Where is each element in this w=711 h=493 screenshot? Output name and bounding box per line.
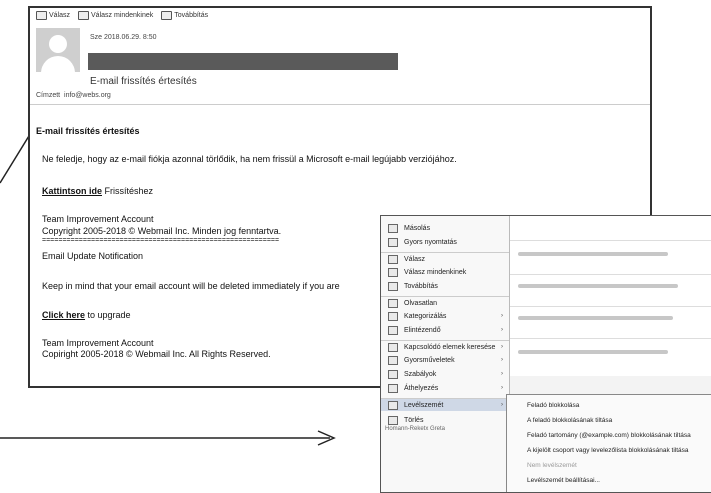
rules-icon xyxy=(388,369,398,379)
envelope-icon xyxy=(388,298,398,308)
submenu-not-junk: Nem levélszemét xyxy=(527,462,577,469)
message-list xyxy=(510,216,711,376)
email-date: Sze 2018.06.29. 8:50 xyxy=(90,34,157,41)
flag-icon xyxy=(388,325,398,335)
reply-icon xyxy=(388,254,398,264)
body-paragraph-en: Keep in mind that your email account wil… xyxy=(42,281,340,291)
lightning-icon xyxy=(388,355,398,365)
avatar xyxy=(36,28,80,72)
reply-button[interactable]: Válasz xyxy=(36,11,70,20)
menu-item-copy[interactable]: Másolás xyxy=(381,222,509,234)
category-icon xyxy=(388,311,398,321)
menu-item-reply-all[interactable]: Válasz mindenkinek xyxy=(381,266,509,278)
submenu-block-sender[interactable]: Feladó blokkolása xyxy=(507,399,711,412)
menu-item-junk[interactable]: Levélszemét › xyxy=(381,398,509,411)
submenu-never-block-sender[interactable]: A feladó blokkolásának tiltása xyxy=(507,414,711,427)
reply-all-icon xyxy=(388,267,398,277)
body-paragraph-hu: Ne feledje, hogy az e-mail fiókja azonna… xyxy=(42,154,457,164)
menu-item-quick-steps[interactable]: Gyorsműveletek › xyxy=(381,354,509,366)
reply-all-button[interactable]: Válasz mindenkinek xyxy=(78,11,153,20)
copy-icon xyxy=(388,223,398,233)
email-subject: E-mail frissítés értesítés xyxy=(90,76,197,87)
copyright-en: Copiright 2005-2018 © Webmail Inc. All R… xyxy=(42,349,271,359)
menu-item-move[interactable]: Áthelyezés › xyxy=(381,382,509,394)
menu-item-quick-print[interactable]: Gyors nyomtatás xyxy=(381,236,509,248)
forward-icon xyxy=(388,281,398,291)
search-icon xyxy=(388,342,398,352)
context-menu-window: Másolás Gyors nyomtatás Válasz Válasz mi… xyxy=(380,215,711,493)
divider-line: ========================================… xyxy=(42,237,280,244)
reply-icon xyxy=(36,11,47,20)
menu-item-categorize[interactable]: Kategorizálás › xyxy=(381,310,509,322)
menu-item-delete[interactable]: Törlés xyxy=(381,414,509,426)
sender-redacted xyxy=(88,53,398,70)
print-icon xyxy=(388,237,398,247)
email-actions: Válasz Válasz mindenkinek Továbbítás xyxy=(36,11,208,20)
submenu-never-block-group[interactable]: A kijelölt csoport vagy levelezőlista bl… xyxy=(507,444,711,457)
copyright-hu: Copyright 2005-2018 © Webmail Inc. Minde… xyxy=(42,226,282,236)
team-name-hu: Team Improvement Account xyxy=(42,214,154,224)
header-divider xyxy=(30,104,650,105)
menu-item-follow-up[interactable]: Elintézendő › xyxy=(381,324,509,336)
move-icon xyxy=(388,383,398,393)
body-heading: E-mail frissítés értesítés xyxy=(36,126,140,136)
upgrade-link-line-en: Click here to upgrade xyxy=(42,310,131,320)
reply-all-icon xyxy=(78,11,90,20)
submenu-junk-options[interactable]: Levélszemét beállításai... xyxy=(507,474,711,487)
menu-item-mark-unread[interactable]: Olvasatlan xyxy=(381,296,509,309)
recipient-line: Címzett info@webs.org xyxy=(36,92,111,99)
team-name-en: Team Improvement Account xyxy=(42,338,154,348)
body-heading-en: Email Update Notification xyxy=(42,251,144,261)
list-sender-name: Homann-Reketx Greta xyxy=(385,426,446,432)
phishing-link-en[interactable]: Click here xyxy=(42,310,85,320)
forward-button[interactable]: Továbbítás xyxy=(161,11,208,20)
submenu-never-block-domain[interactable]: Feladó tartomány (@example.com) blokkolá… xyxy=(507,429,711,442)
junk-submenu: Feladó blokkolása A feladó blokkolásának… xyxy=(506,394,711,492)
context-menu: Másolás Gyors nyomtatás Válasz Válasz mi… xyxy=(381,216,510,492)
delete-icon xyxy=(388,415,398,425)
menu-item-forward[interactable]: Továbbítás xyxy=(381,280,509,292)
menu-item-reply[interactable]: Válasz xyxy=(381,252,509,265)
forward-icon xyxy=(161,11,173,20)
menu-item-rules[interactable]: Szabályok › xyxy=(381,368,509,380)
junk-icon xyxy=(388,400,398,410)
menu-item-find-related[interactable]: Kapcsolódó elemek keresése › xyxy=(381,340,509,353)
phishing-link-hu[interactable]: Kattintson ide xyxy=(42,186,102,196)
upgrade-link-line-hu: Kattintson ide Frissítéshez xyxy=(42,186,154,196)
